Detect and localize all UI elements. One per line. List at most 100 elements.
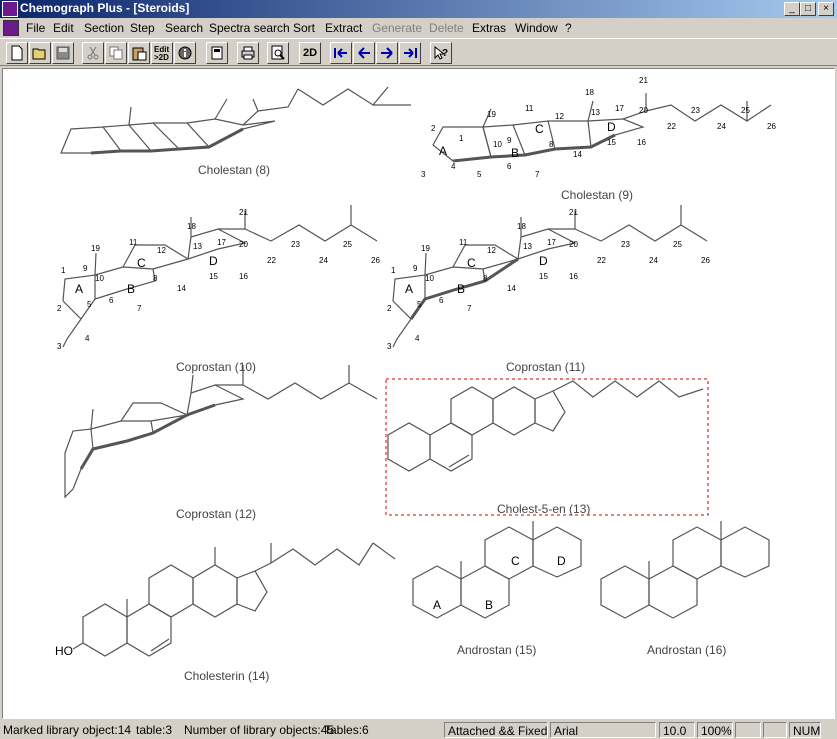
- minimize-button[interactable]: _: [784, 2, 800, 16]
- svg-text:22: 22: [267, 256, 276, 265]
- view-2d-button[interactable]: 2D: [299, 42, 321, 64]
- page-icon: [211, 46, 223, 60]
- svg-text:23: 23: [291, 240, 300, 249]
- svg-text:16: 16: [239, 272, 248, 281]
- menu-step[interactable]: Step: [130, 21, 155, 35]
- menu-edit[interactable]: Edit: [53, 21, 74, 35]
- status-object-count: Number of library objects:45: [184, 723, 335, 737]
- svg-text:4: 4: [85, 334, 90, 343]
- status-table: table:3: [136, 723, 173, 737]
- molecule-14-structure: [72, 542, 396, 657]
- molecule-16-structure: [600, 521, 770, 619]
- printer-icon: [241, 46, 255, 60]
- info-icon: [178, 46, 192, 60]
- menu-section[interactable]: Section: [84, 21, 124, 35]
- svg-text:8: 8: [549, 140, 554, 149]
- molecule-caption: Cholesterin (14): [184, 669, 269, 683]
- first-record-button[interactable]: [330, 42, 352, 64]
- context-help-button[interactable]: ?: [430, 42, 452, 64]
- ring-label-a: A: [75, 282, 83, 296]
- previous-record-button[interactable]: [353, 42, 375, 64]
- menu-spectra-search[interactable]: Spectra search: [209, 21, 290, 35]
- ring-label-c: C: [467, 256, 476, 270]
- menu-delete[interactable]: Delete: [429, 21, 464, 35]
- svg-text:10: 10: [493, 140, 502, 149]
- toolbar: Edit >2D 2D ?: [0, 38, 837, 66]
- close-button[interactable]: ×: [818, 2, 834, 16]
- maximize-button[interactable]: □: [800, 2, 816, 16]
- molecule-caption: Androstan (15): [457, 643, 536, 657]
- svg-text:11: 11: [129, 238, 138, 247]
- new-button[interactable]: [6, 42, 28, 64]
- molecule-8-structure: [60, 86, 411, 155]
- svg-text:23: 23: [621, 240, 630, 249]
- menu-help[interactable]: ?: [565, 21, 572, 35]
- menu-extract[interactable]: Extract: [325, 21, 362, 35]
- svg-text:4: 4: [451, 162, 456, 171]
- open-button[interactable]: [29, 42, 51, 64]
- svg-text:14: 14: [507, 284, 516, 293]
- scissors-icon: [87, 46, 99, 60]
- svg-text:2: 2: [57, 304, 62, 313]
- svg-text:25: 25: [673, 240, 682, 249]
- paste-icon: [132, 47, 147, 61]
- menu-bar: File Edit Section Step Search Spectra se…: [0, 18, 837, 53]
- ring-label-b: B: [485, 598, 493, 612]
- document-icon[interactable]: [3, 20, 19, 36]
- svg-text:14: 14: [177, 284, 186, 293]
- svg-text:17: 17: [615, 104, 624, 113]
- menu-search[interactable]: Search: [165, 21, 203, 35]
- svg-text:7: 7: [467, 304, 472, 313]
- print-preview-icon: [271, 45, 285, 60]
- next-record-button[interactable]: [376, 42, 398, 64]
- status-tables: Tables:6: [324, 723, 369, 737]
- save-icon: [56, 46, 70, 60]
- ring-label-a: A: [405, 282, 413, 296]
- svg-text:8: 8: [483, 274, 488, 283]
- svg-text:1: 1: [391, 266, 396, 275]
- title-bar: Chemograph Plus - [Steroids] _ □ ×: [0, 0, 837, 18]
- svg-text:7: 7: [137, 304, 142, 313]
- menu-extras[interactable]: Extras: [472, 21, 506, 35]
- svg-text:26: 26: [371, 256, 380, 265]
- ring-label-b: B: [127, 282, 135, 296]
- ring-label-d: D: [607, 120, 616, 134]
- menu-sort[interactable]: Sort: [293, 21, 315, 35]
- page-button[interactable]: [206, 42, 228, 64]
- svg-text:20: 20: [569, 240, 578, 249]
- ring-label-b: B: [511, 146, 519, 160]
- view-2d-label: 2D: [302, 47, 318, 59]
- print-preview-button[interactable]: [267, 42, 289, 64]
- svg-text:13: 13: [193, 242, 202, 251]
- print-button[interactable]: [237, 42, 259, 64]
- save-button[interactable]: [52, 42, 74, 64]
- molecule-caption: Cholestan (8): [198, 163, 270, 177]
- molecule-caption: Coprostan (12): [176, 507, 256, 521]
- svg-text:26: 26: [701, 256, 710, 265]
- last-record-button[interactable]: [399, 42, 421, 64]
- copy-button[interactable]: [105, 42, 127, 64]
- status-font: Arial: [550, 722, 656, 738]
- cut-button[interactable]: [82, 42, 104, 64]
- svg-text:21: 21: [569, 208, 578, 217]
- edit-2d-button[interactable]: Edit >2D: [151, 42, 173, 64]
- svg-text:24: 24: [319, 256, 328, 265]
- svg-text:2: 2: [387, 304, 392, 313]
- svg-text:11: 11: [459, 238, 468, 247]
- molecule-11-structure: [392, 205, 708, 348]
- paste-button[interactable]: [128, 42, 150, 64]
- svg-text:9: 9: [507, 136, 512, 145]
- edit-2d-icon: Edit>2D: [154, 45, 169, 62]
- menu-window[interactable]: Window: [515, 21, 558, 35]
- menu-file[interactable]: File: [26, 21, 45, 35]
- structure-canvas[interactable]: A B C D A B C D A B C D A B C D 1 2 3 4 …: [2, 68, 835, 719]
- status-font-size: 10.0: [659, 722, 695, 738]
- svg-text:15: 15: [539, 272, 548, 281]
- svg-text:22: 22: [667, 122, 676, 131]
- info-button[interactable]: [174, 42, 196, 64]
- svg-text:9: 9: [413, 264, 418, 273]
- svg-text:21: 21: [239, 208, 248, 217]
- svg-text:15: 15: [209, 272, 218, 281]
- menu-generate[interactable]: Generate: [372, 21, 422, 35]
- svg-text:>2D: >2D: [154, 53, 169, 62]
